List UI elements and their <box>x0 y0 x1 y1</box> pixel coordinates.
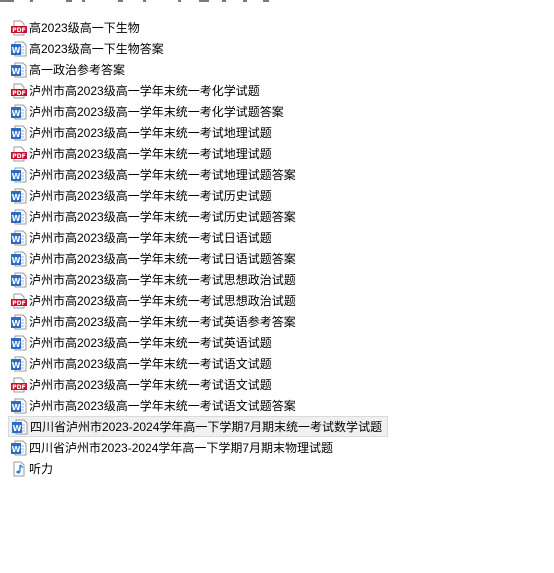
file-row-9[interactable]: W 泸州市高2023级高一学年末统一考试历史试题答案 <box>8 206 548 227</box>
file-row-17[interactable]: PDF 泸州市高2023级高一学年末统一考试语文试题 <box>8 374 548 395</box>
svg-text:W: W <box>12 214 21 223</box>
pdf-file-icon: PDF <box>11 146 27 162</box>
file-name: 高一政治参考答案 <box>29 62 126 77</box>
svg-text:W: W <box>12 445 21 454</box>
file-row-3[interactable]: PDF 泸州市高2023级高一学年末统一考化学试题 <box>8 80 548 101</box>
audio-file-icon <box>11 461 27 477</box>
word-document-icon: W <box>11 314 27 330</box>
svg-text:W: W <box>12 172 21 181</box>
file-name: 泸州市高2023级高一学年末统一考试思想政治试题 <box>29 293 296 308</box>
file-name: 泸州市高2023级高一学年末统一考试历史试题 <box>29 188 272 203</box>
file-name: 泸州市高2023级高一学年末统一考试英语参考答案 <box>29 314 296 329</box>
svg-text:PDF: PDF <box>12 153 25 160</box>
file-row-7[interactable]: W 泸州市高2023级高一学年末统一考试地理试题答案 <box>8 164 548 185</box>
svg-text:PDF: PDF <box>12 90 25 97</box>
file-name: 听力 <box>29 461 54 476</box>
word-document-icon: W <box>11 230 27 246</box>
file-row-18[interactable]: W 泸州市高2023级高一学年末统一考试语文试题答案 <box>8 395 548 416</box>
file-name: 泸州市高2023级高一学年末统一考试地理试题 <box>29 125 272 140</box>
file-name: 泸州市高2023级高一学年末统一考试英语试题 <box>29 335 272 350</box>
header-strip-cut <box>0 0 554 5</box>
file-row-14[interactable]: W 泸州市高2023级高一学年末统一考试英语参考答案 <box>8 311 548 332</box>
file-row-10[interactable]: W 泸州市高2023级高一学年末统一考试日语试题 <box>8 227 548 248</box>
file-row-16[interactable]: W 泸州市高2023级高一学年末统一考试语文试题 <box>8 353 548 374</box>
file-name: 泸州市高2023级高一学年末统一考试语文试题 <box>29 356 272 371</box>
svg-text:W: W <box>12 277 21 286</box>
svg-text:W: W <box>12 193 21 202</box>
word-document-icon: W <box>11 167 27 183</box>
file-row-15[interactable]: W 泸州市高2023级高一学年末统一考试英语试题 <box>8 332 548 353</box>
svg-text:W: W <box>13 424 22 433</box>
file-row-19[interactable]: W 四川省泸州市2023-2024学年高一下学期7月期末统一考试数学试题 <box>8 416 388 437</box>
file-row-5[interactable]: W 泸州市高2023级高一学年末统一考试地理试题 <box>8 122 548 143</box>
word-document-icon: W <box>11 125 27 141</box>
file-name: 四川省泸州市2023-2024学年高一下学期7月期末物理试题 <box>29 440 334 455</box>
svg-text:W: W <box>12 67 21 76</box>
word-document-icon: W <box>11 41 27 57</box>
svg-text:PDF: PDF <box>12 384 25 391</box>
file-name: 泸州市高2023级高一学年末统一考试历史试题答案 <box>29 209 296 224</box>
file-name: 四川省泸州市2023-2024学年高一下学期7月期末统一考试数学试题 <box>30 419 383 434</box>
word-document-icon: W <box>11 356 27 372</box>
file-row-2[interactable]: W 高一政治参考答案 <box>8 59 548 80</box>
svg-text:W: W <box>12 403 21 412</box>
pdf-file-icon: PDF <box>11 20 27 36</box>
svg-text:W: W <box>12 235 21 244</box>
file-name: 泸州市高2023级高一学年末统一考试语文试题答案 <box>29 398 296 413</box>
file-list: PDF 高2023级高一下生物 W 高2023级高一下生物答案 W 高一政治参考… <box>8 17 548 479</box>
svg-text:W: W <box>12 46 21 55</box>
file-name: 泸州市高2023级高一学年末统一考试语文试题 <box>29 377 272 392</box>
word-document-icon: W <box>11 209 27 225</box>
svg-text:W: W <box>12 340 21 349</box>
file-name: 泸州市高2023级高一学年末统一考化学试题答案 <box>29 104 284 119</box>
svg-text:PDF: PDF <box>12 27 25 34</box>
pdf-file-icon: PDF <box>11 293 27 309</box>
file-row-6[interactable]: PDF 泸州市高2023级高一学年末统一考试地理试题 <box>8 143 548 164</box>
file-name: 泸州市高2023级高一学年末统一考化学试题 <box>29 83 260 98</box>
file-name: 泸州市高2023级高一学年末统一考试日语试题 <box>29 230 272 245</box>
word-document-icon: W <box>11 272 27 288</box>
file-row-1[interactable]: W 高2023级高一下生物答案 <box>8 38 548 59</box>
svg-text:W: W <box>12 256 21 265</box>
svg-text:W: W <box>12 130 21 139</box>
pdf-file-icon: PDF <box>11 377 27 393</box>
pdf-file-icon: PDF <box>11 83 27 99</box>
file-name: 泸州市高2023级高一学年末统一考试地理试题 <box>29 146 272 161</box>
file-row-13[interactable]: PDF 泸州市高2023级高一学年末统一考试思想政治试题 <box>8 290 548 311</box>
file-name: 泸州市高2023级高一学年末统一考试思想政治试题 <box>29 272 296 287</box>
file-row-21[interactable]: 听力 <box>8 458 548 479</box>
svg-text:W: W <box>12 361 21 370</box>
file-row-4[interactable]: W 泸州市高2023级高一学年末统一考化学试题答案 <box>8 101 548 122</box>
svg-text:W: W <box>12 319 21 328</box>
file-name: 泸州市高2023级高一学年末统一考试日语试题答案 <box>29 251 296 266</box>
word-document-icon: W <box>11 251 27 267</box>
file-row-8[interactable]: W 泸州市高2023级高一学年末统一考试历史试题 <box>8 185 548 206</box>
file-name: 高2023级高一下生物答案 <box>29 41 164 56</box>
word-document-icon: W <box>12 419 28 435</box>
file-row-12[interactable]: W 泸州市高2023级高一学年末统一考试思想政治试题 <box>8 269 548 290</box>
file-name: 高2023级高一下生物 <box>29 20 140 35</box>
word-document-icon: W <box>11 335 27 351</box>
file-row-11[interactable]: W 泸州市高2023级高一学年末统一考试日语试题答案 <box>8 248 548 269</box>
word-document-icon: W <box>11 398 27 414</box>
svg-text:W: W <box>12 109 21 118</box>
file-name: 泸州市高2023级高一学年末统一考试地理试题答案 <box>29 167 296 182</box>
word-document-icon: W <box>11 188 27 204</box>
word-document-icon: W <box>11 440 27 456</box>
file-row-20[interactable]: W 四川省泸州市2023-2024学年高一下学期7月期末物理试题 <box>8 437 548 458</box>
word-document-icon: W <box>11 62 27 78</box>
svg-text:PDF: PDF <box>12 300 25 307</box>
file-row-0[interactable]: PDF 高2023级高一下生物 <box>8 17 548 38</box>
word-document-icon: W <box>11 104 27 120</box>
